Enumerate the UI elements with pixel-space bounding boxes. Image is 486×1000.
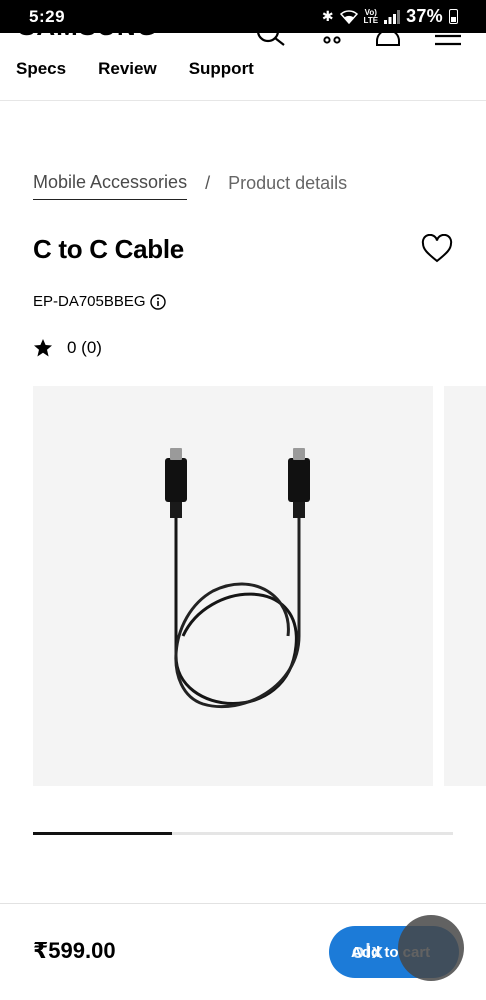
site-header: SAMSUNG Specs Review Support [0,33,486,101]
status-bar: 5:29 ✱ Vo) LTE 37% [0,0,486,33]
product-image-next[interactable] [444,386,486,786]
cart-icon[interactable] [318,33,346,49]
cable-product-image [165,448,310,709]
wishlist-heart-icon[interactable] [421,234,453,264]
product-price: ₹599.00 [33,938,116,963]
gallery-progress-track [33,832,453,835]
breadcrumb: Mobile Accessories / Product details [33,172,347,200]
search-icon[interactable] [256,33,286,49]
purchase-bar: ₹599.00 Add to cart olx [0,903,486,1000]
breadcrumb-current: Product details [228,172,348,193]
signal-icon [384,9,401,24]
account-icon[interactable] [374,33,402,49]
rating-value: 0 (0) [67,338,102,357]
olx-watermark [398,915,464,981]
wifi-icon [339,9,358,24]
status-time: 5:29 [29,7,66,26]
battery-percent: 37% [406,6,443,26]
tab-support[interactable]: Support [189,59,254,79]
sku-row: EP-DA705BBEG [33,293,166,310]
gallery-progress-fill [33,832,172,835]
product-sku: EP-DA705BBEG [33,293,146,310]
status-icons: ✱ Vo) LTE 37% [322,6,458,27]
olx-watermark-text: olx [352,941,384,963]
breadcrumb-separator: / [205,172,211,193]
star-icon [34,339,52,357]
breadcrumb-mobile-accessories[interactable]: Mobile Accessories [33,172,188,200]
bluetooth-icon: ✱ [321,8,334,24]
tab-specs[interactable]: Specs [16,59,66,79]
info-icon[interactable] [149,293,166,310]
battery-icon [449,9,458,24]
rating-row[interactable]: 0 (0) [33,338,102,358]
samsung-logo[interactable]: SAMSUNG [18,33,158,42]
product-subnav: Specs Review Support [16,59,254,79]
product-image-main[interactable] [33,386,433,786]
menu-icon[interactable] [433,33,463,49]
product-title: C to C Cable [33,234,184,264]
volte-icon: Vo) LTE [363,7,379,25]
tab-review[interactable]: Review [98,59,157,79]
